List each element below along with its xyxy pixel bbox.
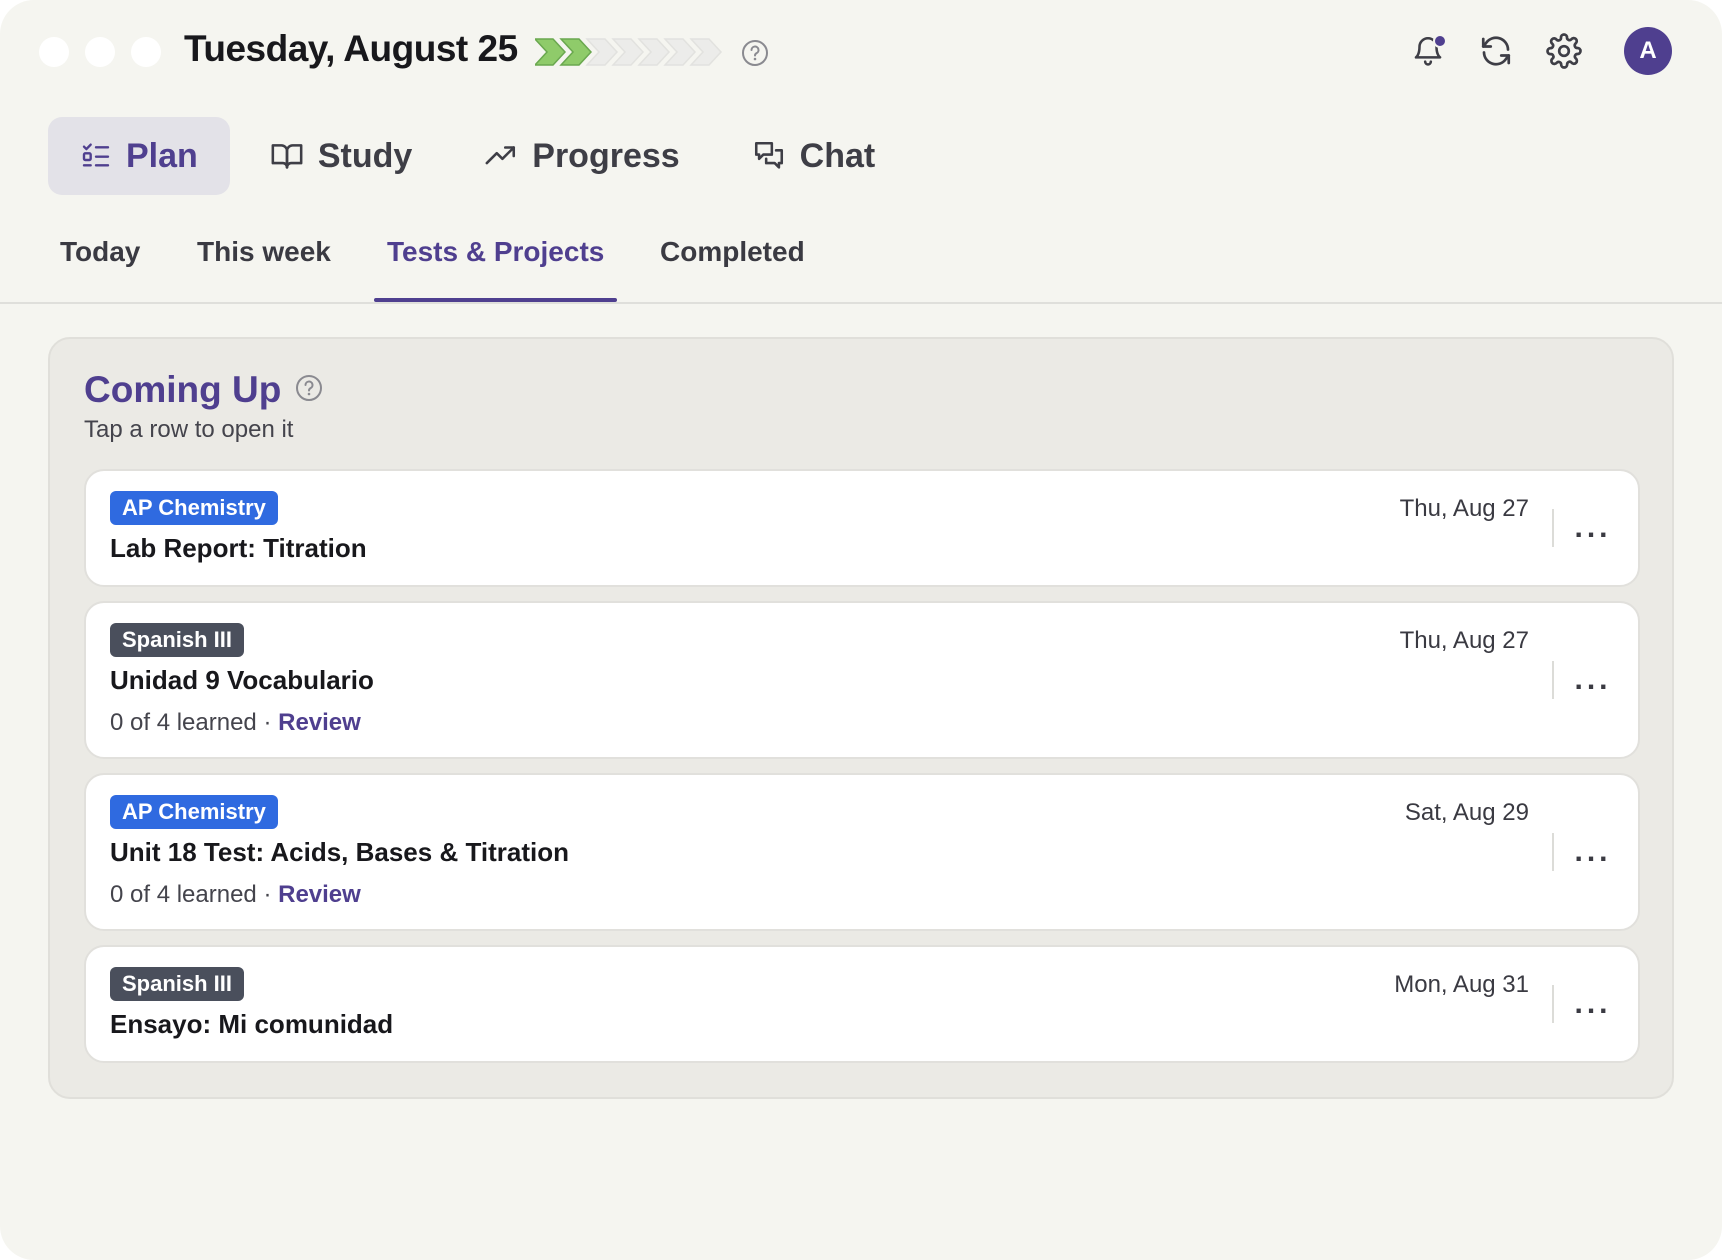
panel-title-text: Coming Up <box>84 369 282 410</box>
review-link[interactable]: Review <box>278 881 361 908</box>
streak-meter <box>535 38 723 66</box>
sub-tabs: Today This week Tests & Projects Complet… <box>0 222 1722 304</box>
review-link[interactable]: Review <box>278 709 361 736</box>
notification-dot <box>1433 34 1447 48</box>
chat-bubbles-icon <box>754 141 783 169</box>
more-options-button[interactable]: ... <box>1570 987 1616 1020</box>
divider <box>1552 985 1554 1023</box>
course-badge: AP Chemistry <box>110 795 278 829</box>
item-title: Lab Report: Titration <box>110 533 367 563</box>
question-circle-icon[interactable] <box>295 369 323 411</box>
separator: · <box>256 881 279 908</box>
item-title: Unit 18 Test: Acids, Bases & Titration <box>110 837 569 867</box>
book-icon <box>271 144 303 169</box>
panel-subtitle: Tap a row to open it <box>84 416 294 443</box>
item-title: Ensayo: Mi comunidad <box>110 1009 394 1039</box>
list-item[interactable]: Spanish III Ensayo: Mi comunidad Mon, Au… <box>84 945 1640 1063</box>
course-badge: Spanish III <box>110 623 245 657</box>
due-date: Thu, Aug 27 <box>1399 627 1529 654</box>
nav-study[interactable]: Study <box>238 117 444 195</box>
panel-title: Coming Up <box>84 369 323 411</box>
item-progress: 0 of 4 learned · Review <box>110 881 361 909</box>
separator: · <box>256 709 279 736</box>
avatar[interactable]: A <box>1624 27 1672 75</box>
coming-up-panel: Coming Up Tap a row to open it AP Chemis… <box>48 337 1674 1099</box>
streak-chevron-filled <box>535 38 567 66</box>
nav-chat[interactable]: Chat <box>720 117 908 195</box>
progress-text: 0 of 4 learned <box>110 881 257 908</box>
refresh-icon[interactable] <box>1476 31 1516 71</box>
due-date: Thu, Aug 27 <box>1399 495 1529 522</box>
item-progress: 0 of 4 learned · Review <box>110 709 361 737</box>
list-item[interactable]: Spanish III Unidad 9 Vocabulario 0 of 4 … <box>84 601 1640 759</box>
course-badge: AP Chemistry <box>110 491 278 525</box>
toolbar-actions: A <box>1380 27 1672 75</box>
list-item[interactable]: AP Chemistry Lab Report: Titration Thu, … <box>84 469 1640 587</box>
due-date: Mon, Aug 31 <box>1394 971 1529 998</box>
nav-label: Study <box>317 136 413 175</box>
divider <box>1552 509 1554 547</box>
question-circle-icon[interactable] <box>741 39 769 72</box>
nav-label: Progress <box>532 136 680 175</box>
zoom-window-button[interactable] <box>131 37 161 67</box>
due-date: Sat, Aug 29 <box>1404 799 1529 826</box>
bell-icon[interactable] <box>1408 31 1448 71</box>
progress-text: 0 of 4 learned <box>110 709 257 736</box>
nav-label: Plan <box>126 136 198 175</box>
tab-completed[interactable]: Completed <box>660 236 805 300</box>
window-controls <box>39 37 161 67</box>
tab-today[interactable]: Today <box>60 236 140 300</box>
course-badge: Spanish III <box>110 967 245 1001</box>
item-title: Unidad 9 Vocabulario <box>110 665 374 695</box>
tab-tests-projects[interactable]: Tests & Projects <box>373 236 618 302</box>
close-window-button[interactable] <box>39 37 69 67</box>
nav-label: Chat <box>799 136 876 175</box>
nav-plan[interactable]: Plan <box>48 117 230 195</box>
checklist-icon <box>82 143 110 167</box>
more-options-button[interactable]: ... <box>1570 511 1616 544</box>
main-nav: Plan Study Progress Chat <box>48 117 915 195</box>
gear-icon[interactable] <box>1544 31 1584 71</box>
divider <box>1552 833 1554 871</box>
nav-progress[interactable]: Progress <box>452 117 711 195</box>
more-options-button[interactable]: ... <box>1570 835 1616 868</box>
date-title: Tuesday, August 25 <box>184 28 518 69</box>
more-options-button[interactable]: ... <box>1570 663 1616 696</box>
divider <box>1552 661 1554 699</box>
minimize-window-button[interactable] <box>85 37 115 67</box>
app-window: Tuesday, August 25 A Plan Study Progress… <box>0 0 1722 1260</box>
list-item[interactable]: AP Chemistry Unit 18 Test: Acids, Bases … <box>84 773 1640 931</box>
trending-up-icon <box>485 146 516 165</box>
tab-this-week[interactable]: This week <box>197 236 331 300</box>
